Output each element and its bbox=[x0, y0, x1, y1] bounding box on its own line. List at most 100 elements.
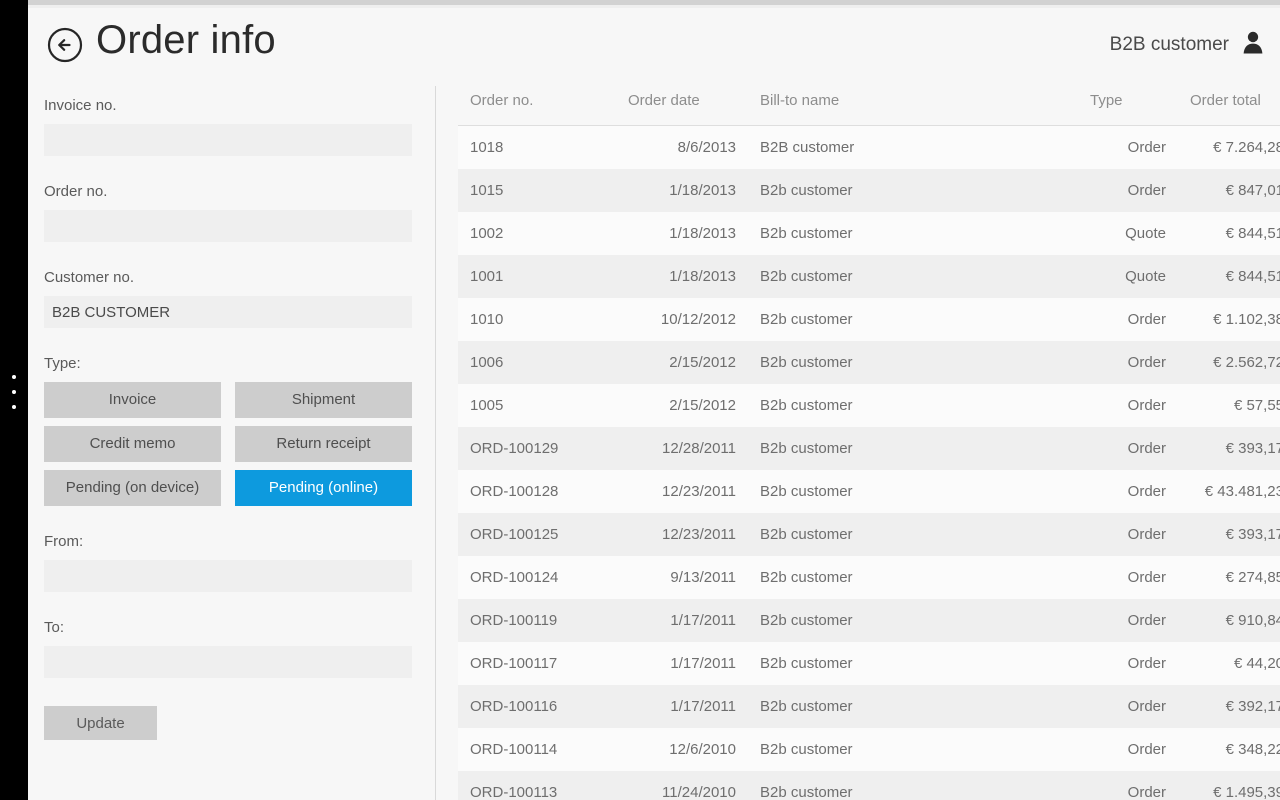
type-button-shipment[interactable]: Shipment bbox=[235, 382, 412, 418]
cell-order-date: 1/18/2013 bbox=[669, 182, 736, 199]
column-header-bill-to[interactable]: Bill-to name bbox=[748, 92, 1078, 126]
cell-bill-to-name: B2B customer bbox=[760, 139, 855, 156]
person-icon bbox=[1242, 30, 1264, 59]
back-arrow-circle-icon[interactable] bbox=[44, 24, 86, 66]
orders-table-container[interactable]: Order no. Order date Bill-to name Type O… bbox=[458, 92, 1280, 800]
cell-order-no: ORD-100129 bbox=[470, 440, 559, 457]
cell-order-total: € 844,51 bbox=[1225, 268, 1280, 285]
cell-bill-to-name: B2b customer bbox=[760, 397, 853, 414]
cell-order-no: ORD-100117 bbox=[470, 655, 558, 672]
cell-order-total: € 393,17 bbox=[1225, 440, 1280, 457]
table-row[interactable]: 1002 1/18/2013 B2b customer Quote € 844,51 bbox=[458, 212, 1280, 255]
cell-order-total: € 844,51 bbox=[1225, 225, 1280, 242]
cell-order-total: € 392,17 bbox=[1225, 698, 1280, 715]
cell-order-date: 12/23/2011 bbox=[662, 483, 736, 500]
cell-order-total: € 348,22 bbox=[1225, 741, 1280, 758]
cell-order-date: 10/12/2012 bbox=[660, 311, 736, 328]
panel-drag-handle[interactable] bbox=[0, 375, 28, 409]
cell-bill-to-name: B2b customer bbox=[760, 655, 853, 672]
cell-type: Order bbox=[1127, 569, 1166, 586]
cell-order-no: ORD-100119 bbox=[470, 612, 558, 629]
cell-bill-to-name: B2b customer bbox=[760, 268, 853, 285]
customer-no-label: Customer no. bbox=[44, 269, 135, 286]
cell-type: Order bbox=[1127, 440, 1166, 457]
type-group-label: Type: bbox=[44, 355, 81, 372]
cell-order-total: € 1.102,38 bbox=[1213, 311, 1280, 328]
customer-no-input[interactable] bbox=[44, 296, 412, 328]
table-row[interactable]: 1006 2/15/2012 B2b customer Order € 2.562,72 bbox=[458, 341, 1280, 384]
type-button-invoice[interactable]: Invoice bbox=[44, 382, 221, 418]
to-date-input[interactable] bbox=[44, 646, 412, 678]
order-no-input[interactable] bbox=[44, 210, 412, 242]
type-button-pending-on-device[interactable]: Pending (on device) bbox=[44, 470, 221, 506]
table-row[interactable]: ORD-100119 1/17/2011 B2b customer Order € 91… bbox=[458, 599, 1280, 642]
table-row[interactable]: ORD-100128 12/23/2011 B2b customer Order € 4… bbox=[458, 470, 1280, 513]
cell-type: Order bbox=[1127, 655, 1166, 672]
cell-order-no: ORD-100114 bbox=[470, 741, 558, 758]
cell-order-no: 1006 bbox=[470, 354, 504, 371]
cell-order-date: 2/15/2012 bbox=[669, 397, 736, 414]
table-row[interactable]: ORD-100129 12/28/2011 B2b customer Order € 3… bbox=[458, 427, 1280, 470]
table-row[interactable]: ORD-100113 11/24/2010 B2b customer Order € 1… bbox=[458, 771, 1280, 800]
cell-order-date: 1/18/2013 bbox=[669, 225, 736, 242]
cell-order-total: € 1.495,39 bbox=[1213, 784, 1280, 800]
drag-dot bbox=[12, 405, 16, 409]
cell-bill-to-name: B2b customer bbox=[760, 569, 853, 586]
top-accent-strip-inner bbox=[28, 5, 1280, 8]
cell-order-date: 2/15/2012 bbox=[669, 354, 736, 371]
table-row[interactable]: ORD-100114 12/6/2010 B2b customer Order € 34… bbox=[458, 728, 1280, 771]
cell-order-no: 1010 bbox=[470, 311, 504, 328]
cell-bill-to-name: B2b customer bbox=[760, 784, 853, 800]
type-button-credit-memo[interactable]: Credit memo bbox=[44, 426, 221, 462]
invoice-no-input[interactable] bbox=[44, 124, 412, 156]
table-row[interactable]: 1005 2/15/2012 B2b customer Order € 57,55 bbox=[458, 384, 1280, 427]
table-header-row: Order no. Order date Bill-to name Type O… bbox=[458, 92, 1280, 126]
cell-order-no: ORD-100116 bbox=[470, 698, 558, 715]
table-row[interactable]: 1010 10/12/2012 B2b customer Order € 1.102,3… bbox=[458, 298, 1280, 341]
cell-order-date: 1/17/2011 bbox=[670, 655, 736, 672]
cell-order-total: € 393,17 bbox=[1225, 526, 1280, 543]
update-button[interactable]: Update bbox=[44, 706, 157, 740]
cell-order-date: 12/23/2011 bbox=[662, 526, 736, 543]
orders-table: Order no. Order date Bill-to name Type O… bbox=[458, 92, 1280, 800]
panel-divider bbox=[435, 86, 436, 800]
invoice-no-label: Invoice no. bbox=[44, 97, 117, 114]
cell-order-no: ORD-100124 bbox=[470, 569, 559, 586]
cell-order-no: 1015 bbox=[470, 182, 504, 199]
order-info-page: Order info B2B customer Invoice no. Orde… bbox=[0, 0, 1280, 800]
type-button-return-receipt[interactable]: Return receipt bbox=[235, 426, 412, 462]
cell-order-total: € 7.264,28 bbox=[1213, 139, 1280, 156]
type-button-pending-online[interactable]: Pending (online) bbox=[235, 470, 412, 506]
orders-table-head: Order no. Order date Bill-to name Type O… bbox=[458, 92, 1280, 126]
table-row[interactable]: 1001 1/18/2013 B2b customer Quote € 844,51 bbox=[458, 255, 1280, 298]
cell-order-date: 12/6/2010 bbox=[669, 741, 736, 758]
table-row[interactable]: ORD-100125 12/23/2011 B2b customer Order € 3… bbox=[458, 513, 1280, 556]
cell-type: Order bbox=[1127, 483, 1166, 500]
table-row[interactable]: 1018 8/6/2013 B2B customer Order € 7.264,28 bbox=[458, 125, 1280, 169]
table-row[interactable]: ORD-100116 1/17/2011 B2b customer Order € 39… bbox=[458, 685, 1280, 728]
from-date-input[interactable] bbox=[44, 560, 412, 592]
cell-order-no: 1005 bbox=[470, 397, 504, 414]
cell-order-no: ORD-100128 bbox=[470, 483, 559, 500]
cell-order-no: 1001 bbox=[470, 268, 504, 285]
drag-dot bbox=[12, 390, 16, 394]
table-row[interactable]: ORD-100117 1/17/2011 B2b customer Order € 44… bbox=[458, 642, 1280, 685]
filter-form-panel: Invoice no. Order no. Customer no. Type:… bbox=[44, 96, 412, 740]
table-row[interactable]: ORD-100124 9/13/2011 B2b customer Order € 27… bbox=[458, 556, 1280, 599]
cell-order-date: 1/17/2011 bbox=[670, 698, 736, 715]
column-header-order-no[interactable]: Order no. bbox=[458, 92, 616, 126]
cell-bill-to-name: B2b customer bbox=[760, 225, 853, 242]
column-header-order-total[interactable]: Order total bbox=[1178, 92, 1280, 126]
cell-type: Order bbox=[1127, 526, 1166, 543]
cell-type: Order bbox=[1127, 741, 1166, 758]
table-row[interactable]: 1015 1/18/2013 B2b customer Order € 847,01 bbox=[458, 169, 1280, 212]
user-account-area[interactable]: B2B customer bbox=[1110, 30, 1264, 59]
cell-order-no: ORD-100113 bbox=[470, 784, 558, 800]
column-header-type[interactable]: Type bbox=[1078, 92, 1178, 126]
column-header-order-date[interactable]: Order date bbox=[616, 92, 748, 126]
page-title: Order info bbox=[96, 18, 276, 62]
cell-bill-to-name: B2b customer bbox=[760, 612, 853, 629]
cell-order-no: 1018 bbox=[470, 139, 504, 156]
cell-type: Order bbox=[1127, 311, 1166, 328]
cell-order-total: € 910,84 bbox=[1225, 612, 1280, 629]
